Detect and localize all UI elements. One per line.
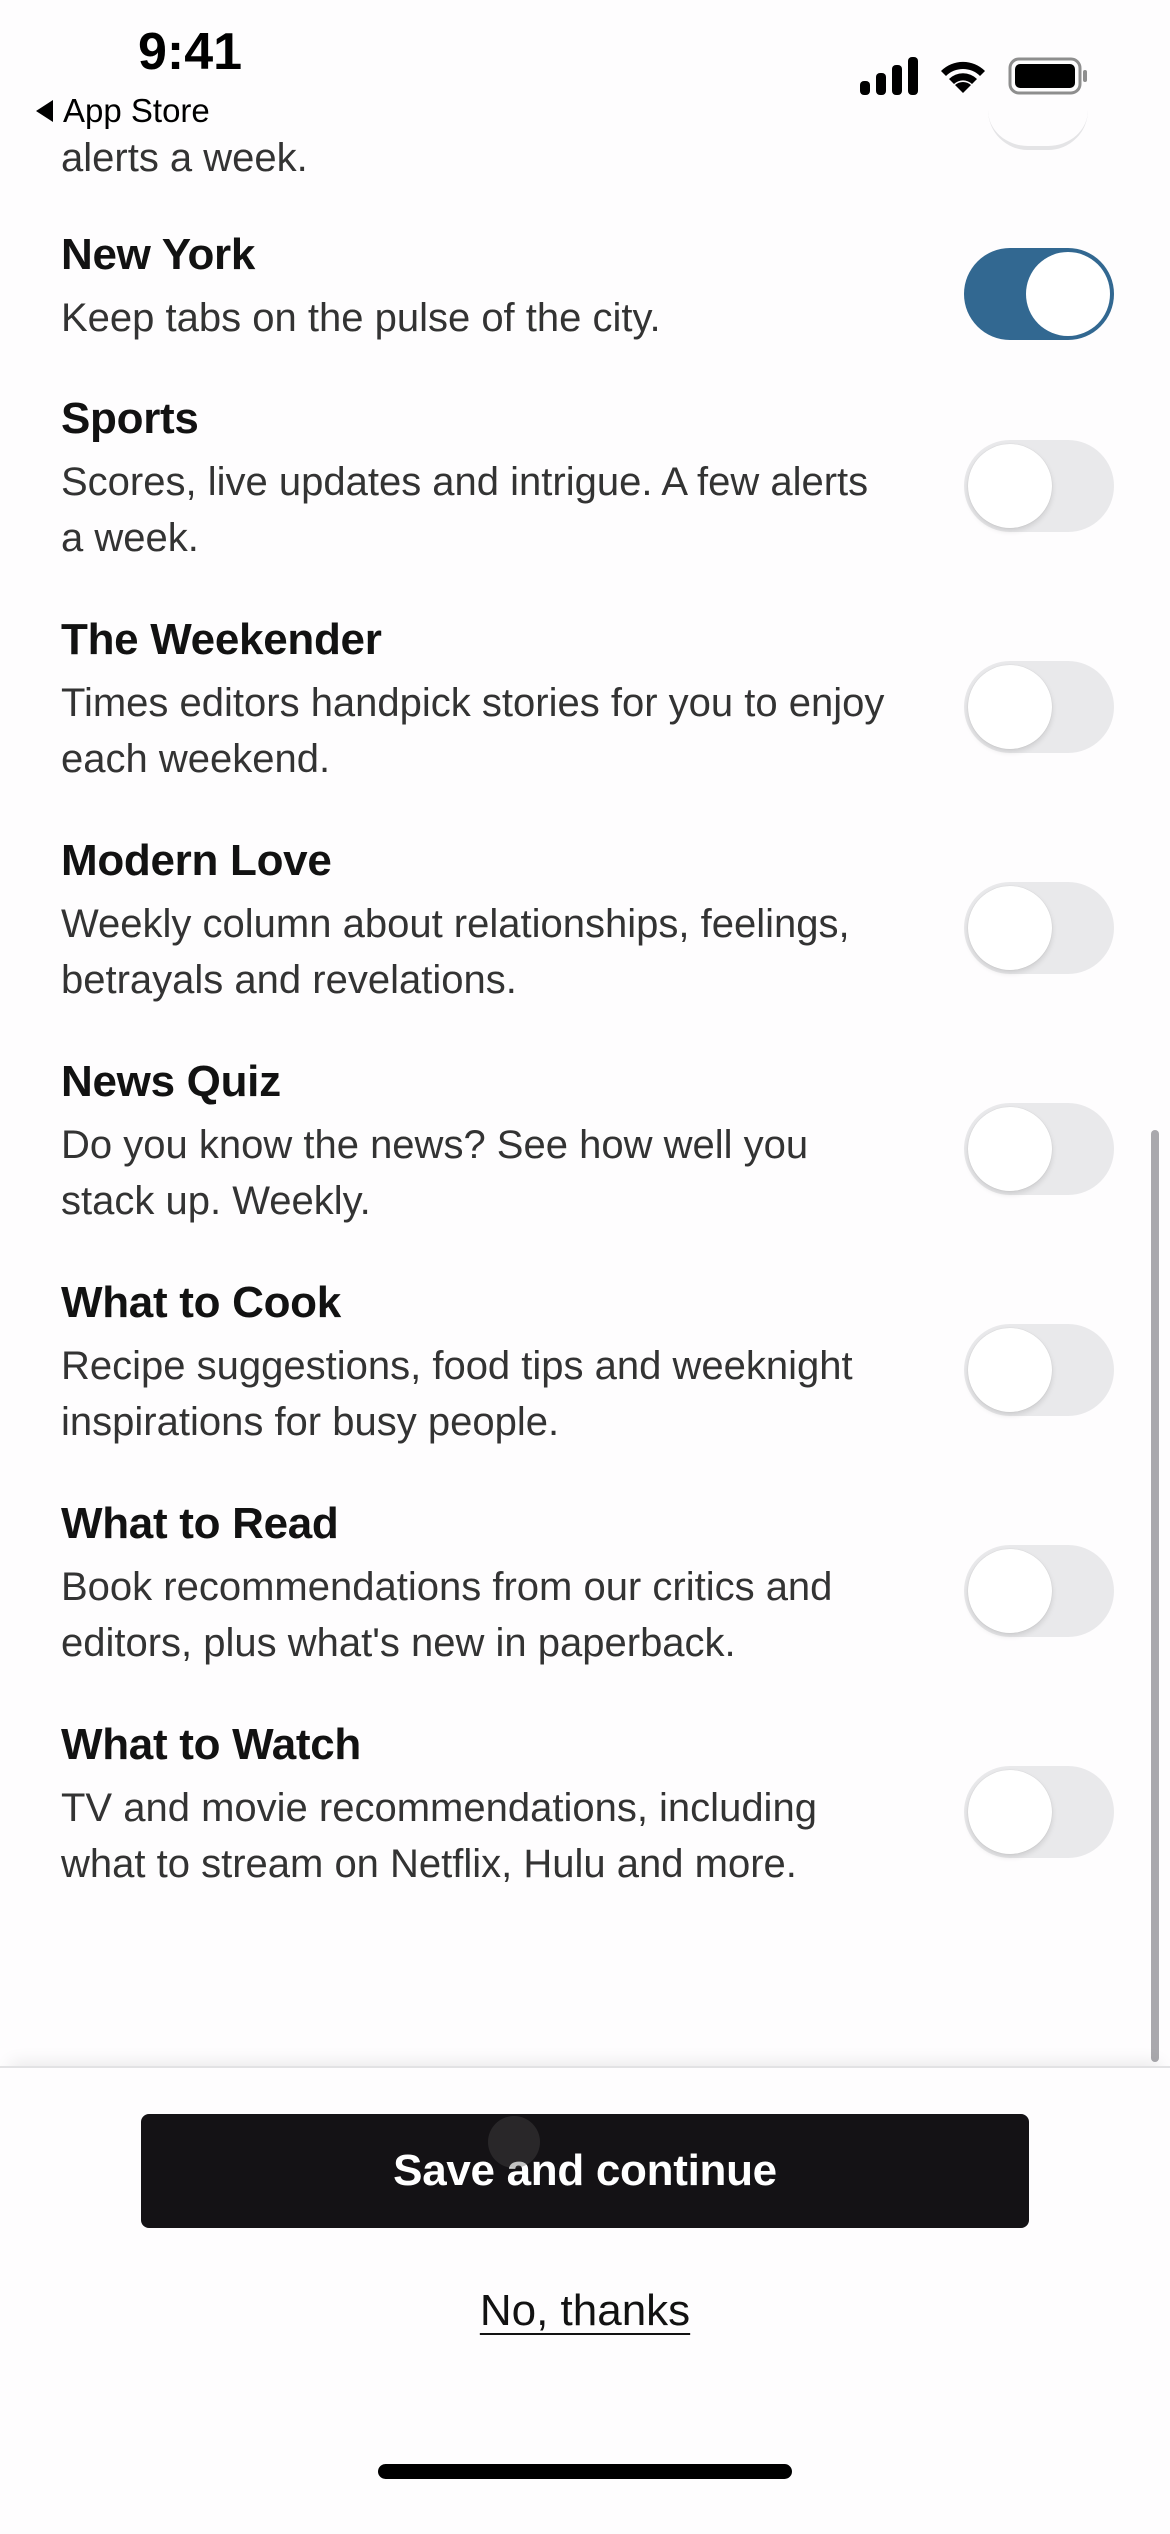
- item-title: The Weekender: [61, 615, 382, 664]
- toggle-news-quiz[interactable]: [964, 1103, 1114, 1195]
- scrollbar[interactable]: [1151, 1130, 1159, 2062]
- status-time: 9:41: [138, 23, 243, 81]
- toggle-what-to-cook[interactable]: [964, 1324, 1114, 1416]
- home-indicator[interactable]: [378, 2464, 792, 2479]
- toggle-knob: [968, 1549, 1052, 1633]
- item-description: Do you know the news? See how well you s…: [61, 1123, 809, 1223]
- toggle-what-to-watch[interactable]: [964, 1766, 1114, 1858]
- item-description: TV and movie recommendations, including …: [61, 1786, 817, 1886]
- toggle-new-york[interactable]: [964, 248, 1114, 340]
- toggle-knob: [968, 665, 1052, 749]
- toggle-knob: [968, 1328, 1052, 1412]
- item-title: Modern Love: [61, 836, 332, 885]
- toggle-knob: [1026, 252, 1110, 336]
- item-description: Times editors handpick stories for you t…: [61, 681, 885, 781]
- partial-toggle[interactable]: [988, 100, 1088, 150]
- item-description: Book recommendations from our critics an…: [61, 1565, 833, 1665]
- toggle-knob: [968, 444, 1052, 528]
- wifi-icon: [938, 57, 988, 95]
- item-title: News Quiz: [61, 1057, 281, 1106]
- toggle-knob: [968, 1770, 1052, 1854]
- back-app-label: App Store: [63, 92, 210, 129]
- item-title: What to Watch: [61, 1720, 361, 1769]
- no-thanks-link[interactable]: No, thanks: [480, 2286, 690, 2335]
- partial-item-description: alerts a week.: [61, 136, 308, 180]
- save-and-continue-button[interactable]: Save and continue: [141, 2114, 1029, 2228]
- toggle-knob: [968, 886, 1052, 970]
- item-title: What to Read: [61, 1499, 339, 1548]
- toggle-the-weekender[interactable]: [964, 661, 1114, 753]
- item-description: Recipe suggestions, food tips and weekni…: [61, 1344, 853, 1444]
- toggle-modern-love[interactable]: [964, 882, 1114, 974]
- no-thanks-row: No, thanks: [0, 2286, 1170, 2336]
- toggle-knob: [968, 1107, 1052, 1191]
- item-description: Scores, live updates and intrigue. A few…: [61, 460, 869, 560]
- toggle-sports[interactable]: [964, 440, 1114, 532]
- item-title: Sports: [61, 394, 199, 443]
- status-icons: [860, 56, 1090, 96]
- item-title: What to Cook: [61, 1278, 341, 1327]
- battery-icon: [1008, 56, 1090, 96]
- item-description: Weekly column about relationships, feeli…: [61, 902, 850, 1002]
- back-triangle-icon: [36, 100, 53, 122]
- back-to-app-store[interactable]: App Store: [36, 92, 210, 130]
- item-description: Keep tabs on the pulse of the city.: [61, 296, 661, 340]
- toggle-what-to-read[interactable]: [964, 1545, 1114, 1637]
- touch-indicator: [488, 2116, 540, 2168]
- signal-icon: [860, 57, 918, 95]
- status-bar: 9:41 App Store: [0, 0, 1170, 150]
- item-title: New York: [61, 230, 256, 279]
